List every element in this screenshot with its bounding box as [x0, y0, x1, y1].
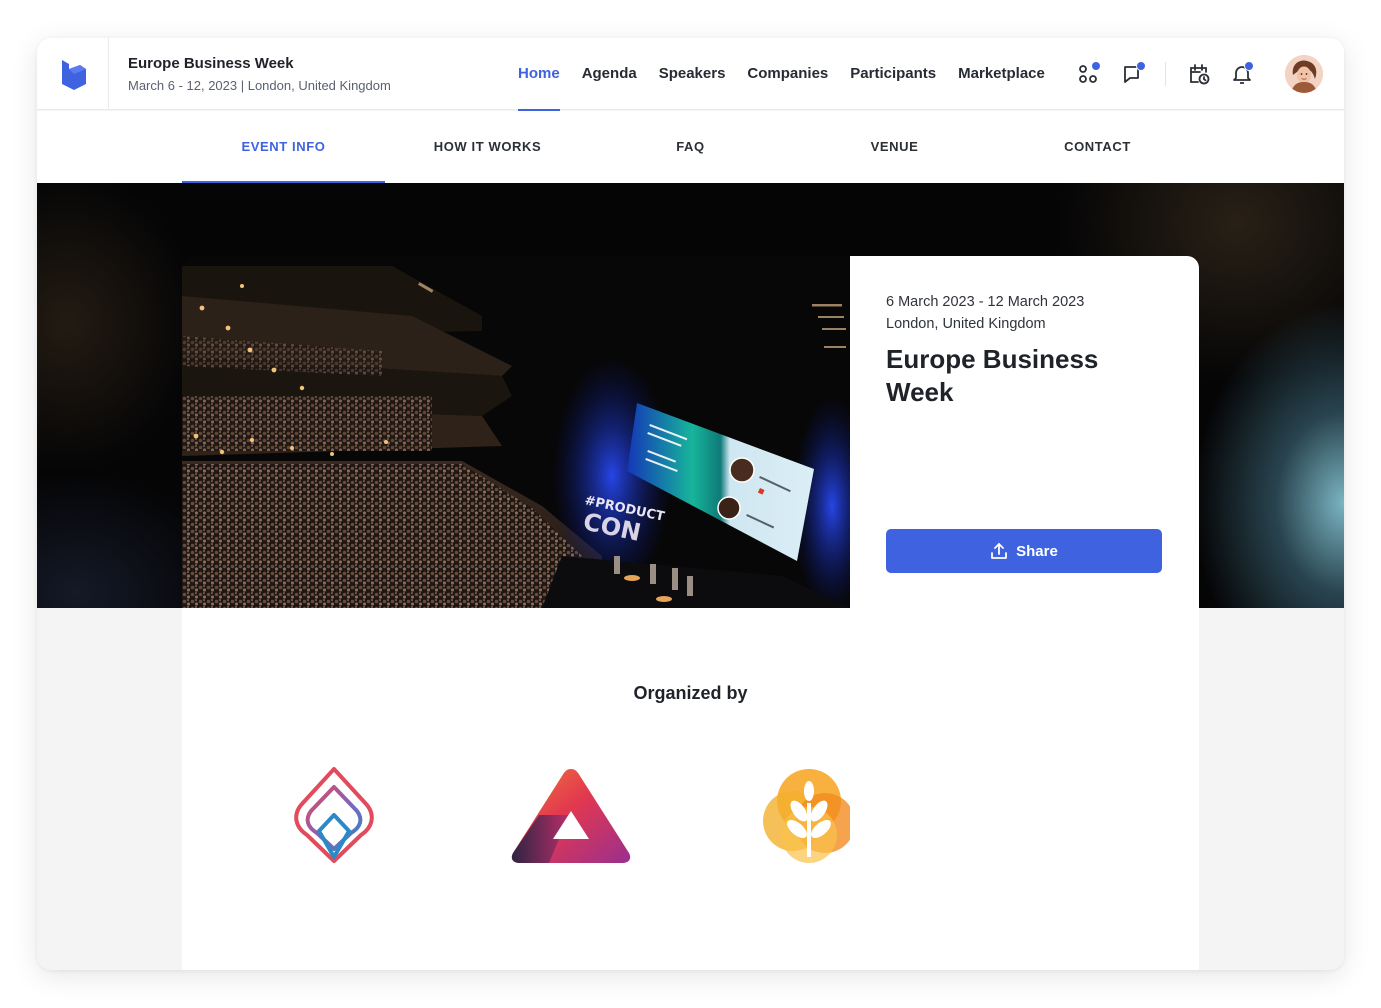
schedule-button[interactable]: [1184, 59, 1214, 89]
gradient-triangle-logo[interactable]: [501, 760, 641, 870]
event-info-card: 6 March 2023 - 12 March 2023 London, Uni…: [850, 256, 1199, 970]
nav-home[interactable]: Home: [507, 38, 571, 111]
tab-faq[interactable]: FAQ: [589, 111, 792, 183]
share-button[interactable]: Share: [886, 529, 1162, 573]
header-divider: [1165, 62, 1166, 86]
event-card-title: Europe Business Week: [886, 344, 1099, 407]
nav-agenda[interactable]: Agenda: [571, 38, 648, 110]
chat-button[interactable]: [1118, 59, 1148, 89]
top-header: Europe Business Week March 6 - 12, 2023 …: [37, 38, 1344, 111]
main-nav: Home Agenda Speakers Companies Participa…: [507, 38, 1056, 111]
upload-share-icon: [991, 543, 1008, 559]
tab-event-info[interactable]: EVENT INFO: [182, 111, 385, 183]
calendar-clock-icon: [1190, 64, 1210, 85]
app-window: Europe Business Week March 6 - 12, 2023 …: [37, 38, 1344, 970]
diamond-petal-logo[interactable]: [264, 760, 404, 870]
notification-badge: [1244, 61, 1254, 71]
apps-button[interactable]: [1074, 59, 1104, 89]
nav-speakers[interactable]: Speakers: [648, 38, 737, 110]
sub-nav: EVENT INFO HOW IT WORKS FAQ VENUE CONTAC…: [37, 111, 1344, 183]
user-avatar[interactable]: [1285, 55, 1323, 93]
event-dates: 6 March 2023 - 12 March 2023: [886, 294, 1085, 310]
notification-badge: [1136, 61, 1146, 71]
nav-participants[interactable]: Participants: [839, 38, 947, 110]
share-label: Share: [1016, 542, 1058, 560]
brand-logo-icon[interactable]: [37, 38, 109, 110]
event-hero-photo: #PRODUCT CON: [182, 256, 850, 608]
nav-companies[interactable]: Companies: [736, 38, 839, 110]
tab-how-it-works[interactable]: HOW IT WORKS: [386, 111, 589, 183]
event-location: London, United Kingdom: [886, 316, 1046, 332]
tab-contact[interactable]: CONTACT: [996, 111, 1199, 183]
event-title: Europe Business Week: [128, 55, 294, 72]
event-subtitle: March 6 - 12, 2023 | London, United King…: [128, 78, 391, 93]
notification-badge: [1091, 61, 1101, 71]
tab-venue[interactable]: VENUE: [793, 111, 996, 183]
notifications-button[interactable]: [1227, 59, 1257, 89]
nav-marketplace[interactable]: Marketplace: [947, 38, 1056, 110]
